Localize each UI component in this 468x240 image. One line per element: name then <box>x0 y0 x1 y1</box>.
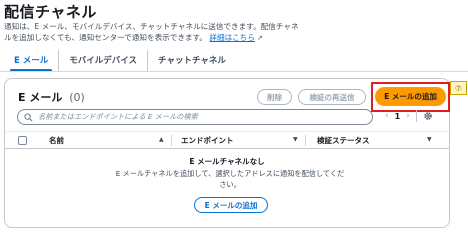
email-section-title: E メール (0) <box>18 89 85 105</box>
external-link-icon: ↗ <box>256 34 263 42</box>
next-page-icon[interactable]: › <box>406 111 410 121</box>
sort-icon[interactable]: ▼ <box>427 136 432 143</box>
tab-mobile-devices[interactable]: モバイルデバイス <box>59 50 149 72</box>
tabs-divider <box>0 71 468 72</box>
resend-verification-button[interactable]: 検証の再送信 <box>298 89 366 105</box>
column-header-name[interactable]: 名前 <box>49 135 64 146</box>
sort-icon[interactable]: ▼ <box>293 136 298 143</box>
search-icon <box>24 112 33 122</box>
section-title-text: E メール <box>18 91 63 104</box>
email-panel: E メール (0) 削除 検証の再送信 E メールの追加 ⑦ 名前またはエンドポ… <box>4 78 467 228</box>
select-all-checkbox[interactable] <box>18 136 27 145</box>
sort-ascending-icon[interactable]: ▲ <box>159 136 164 143</box>
tab-email[interactable]: E メール <box>4 50 60 72</box>
current-page-number[interactable]: 1 <box>395 112 401 121</box>
prev-page-icon[interactable]: ‹ <box>385 111 389 121</box>
column-header-endpoint[interactable]: エンドポイント <box>181 135 234 146</box>
page-description: 通知は、E メール、モバイルデバイス、チャットチャネルに送信できます。配信チャネ… <box>4 21 304 44</box>
table-header: 名前 ▲ エンドポイント ▼ 検証ステータス ▼ <box>5 131 449 149</box>
add-email-empty-button[interactable]: E メールの追加 <box>194 197 268 213</box>
column-header-verification-status[interactable]: 検証ステータス <box>317 135 370 146</box>
add-email-button[interactable]: E メールの追加 <box>375 87 446 106</box>
tab-chat-channels[interactable]: チャットチャネル <box>148 50 236 72</box>
pagination: ‹ 1 › <box>385 110 433 122</box>
search-input[interactable]: 名前またはエンドポイントによる E メールの検索 <box>17 109 373 125</box>
column-separator <box>171 135 172 146</box>
gear-icon[interactable] <box>423 111 433 121</box>
delete-button[interactable]: 削除 <box>257 89 292 105</box>
learn-more-link[interactable]: 詳細はこちら <box>209 33 255 42</box>
page-title: 配信チャネル <box>4 3 97 21</box>
email-count: (0) <box>69 91 85 104</box>
search-placeholder: 名前またはエンドポイントによる E メールの検索 <box>38 112 198 121</box>
empty-state-description: E メールチャネルを追加して、選択したアドレスに通知を配信してください。 <box>115 169 345 189</box>
channel-tabs: E メール モバイルデバイス チャットチャネル <box>4 50 236 72</box>
column-separator <box>305 135 306 146</box>
pager-divider <box>415 110 417 122</box>
empty-state-title: E メールチャネルなし <box>189 157 265 166</box>
annotation-callout-number: ⑦ <box>450 81 467 95</box>
